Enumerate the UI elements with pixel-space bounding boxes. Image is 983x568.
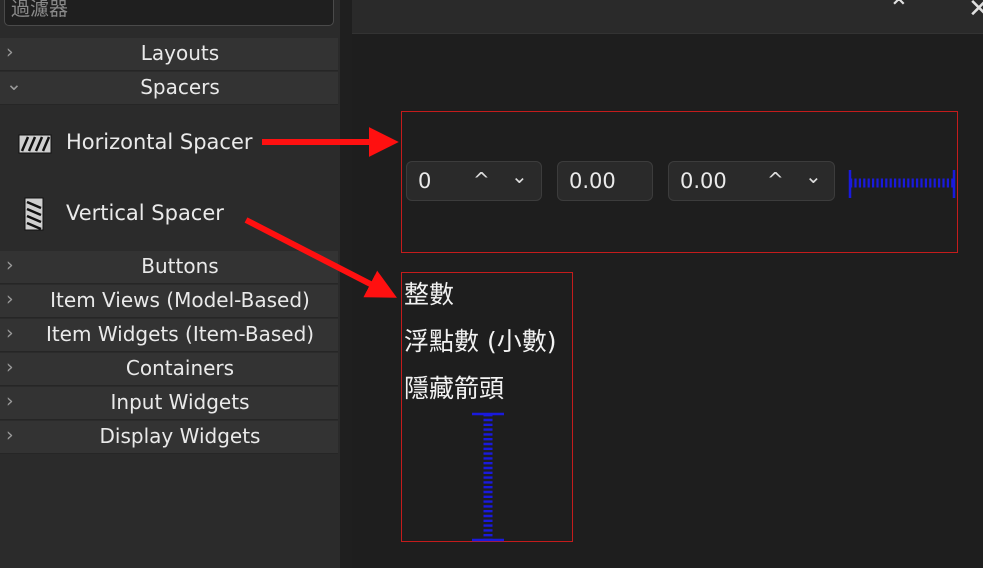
widget-item-vertical-spacer[interactable]: Vertical Spacer (0, 185, 338, 245)
label-integer: 整數 (404, 280, 455, 309)
category-label: Spacers (140, 75, 220, 99)
chevron-up-icon[interactable]: ^ (767, 168, 784, 192)
vertical-spacer[interactable] (470, 412, 506, 542)
chevron-down-icon[interactable]: ⌄ (805, 164, 822, 188)
chevron-right-icon: › (6, 390, 14, 412)
category-label: Buttons (141, 254, 219, 278)
chevron-right-icon: › (6, 41, 14, 63)
widget-item-horizontal-spacer[interactable]: Horizontal Spacer (0, 113, 338, 173)
spinbox-value: 0 (418, 169, 432, 193)
chevron-right-icon: › (6, 424, 14, 446)
category-display-widgets[interactable]: › Display Widgets (0, 421, 338, 454)
chevron-down-icon: ⌄ (6, 73, 22, 95)
integer-spinbox[interactable]: 0 ^ ⌄ (406, 161, 542, 201)
horizontal-spacer-icon (18, 134, 52, 154)
close-icon[interactable]: ✕ (968, 0, 983, 24)
widget-item-label: Horizontal Spacer (66, 130, 253, 154)
spinbox-value: 0.00 (680, 169, 727, 193)
category-input-widgets[interactable]: › Input Widgets (0, 387, 338, 420)
filter-placeholder: 過濾器 (11, 0, 69, 20)
category-layouts[interactable]: › Layouts (0, 38, 338, 71)
category-label: Input Widgets (110, 390, 250, 414)
category-label: Item Views (Model-Based) (50, 288, 310, 312)
category-label: Display Widgets (99, 424, 261, 448)
chevron-right-icon: › (6, 288, 14, 310)
double-spinbox-no-arrows[interactable]: 0.00 (557, 161, 653, 201)
category-item-views[interactable]: › Item Views (Model-Based) (0, 285, 338, 318)
double-spinbox[interactable]: 0.00 ^ ⌄ (668, 161, 835, 201)
vertical-spacer-icon (24, 197, 44, 231)
chevron-right-icon: › (6, 322, 14, 344)
chevron-right-icon: › (6, 356, 14, 378)
category-containers[interactable]: › Containers (0, 353, 338, 386)
category-label: Layouts (140, 41, 220, 65)
panel-splitter[interactable] (340, 0, 352, 568)
chevron-right-icon: › (6, 254, 14, 276)
widget-item-label: Vertical Spacer (66, 201, 224, 225)
category-spacers[interactable]: ⌄ Spacers (0, 72, 338, 105)
label-float: 浮點數 (小數) (404, 327, 557, 356)
category-label: Containers (125, 356, 235, 380)
spinbox-value: 0.00 (569, 169, 616, 193)
chevron-up-icon[interactable]: ^ (473, 168, 490, 192)
category-label: Item Widgets (Item-Based) (45, 322, 315, 346)
horizontal-spacer[interactable] (848, 168, 956, 200)
chevron-up-icon[interactable]: ⌃ (888, 0, 910, 24)
category-buttons[interactable]: › Buttons (0, 251, 338, 284)
chevron-down-icon[interactable]: ⌄ (511, 164, 528, 188)
label-hide-arrows: 隱藏箭頭 (404, 374, 505, 403)
filter-input[interactable]: 過濾器 (4, 0, 334, 26)
category-item-widgets[interactable]: › Item Widgets (Item-Based) (0, 319, 338, 352)
